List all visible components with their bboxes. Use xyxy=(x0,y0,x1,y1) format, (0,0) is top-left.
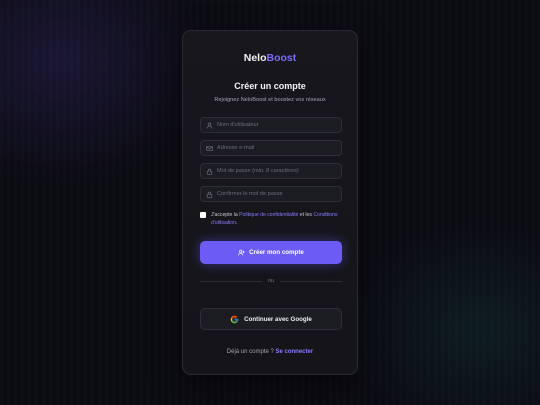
create-account-label: Créer mon compte xyxy=(249,249,304,256)
lock-icon xyxy=(201,191,217,198)
lock-icon xyxy=(201,168,217,175)
terms-checkbox[interactable] xyxy=(200,212,206,218)
login-link[interactable]: Se connecter xyxy=(276,349,314,355)
confirm-password-field xyxy=(200,186,342,202)
create-account-button[interactable]: Créer mon compte xyxy=(200,241,342,264)
google-icon xyxy=(230,315,239,324)
password-input[interactable] xyxy=(217,168,341,174)
username-field xyxy=(200,117,342,133)
brand-logo: NeloBoost xyxy=(183,52,357,64)
signup-card: NeloBoost Créer un compte Rejoignez Nelo… xyxy=(182,30,358,375)
email-input[interactable] xyxy=(217,145,341,151)
email-field xyxy=(200,140,342,156)
divider-label: ou xyxy=(267,278,275,284)
page-subtitle: Rejoignez NeloBoost et boostez vos résea… xyxy=(214,97,326,103)
google-signin-label: Continuer avec Google xyxy=(244,315,312,323)
or-divider: ou xyxy=(200,278,343,284)
page-title: Créer un compte xyxy=(234,81,306,91)
google-signin-button[interactable]: Continuer avec Google xyxy=(200,308,342,330)
terms-middle: et les xyxy=(298,212,314,218)
username-input[interactable] xyxy=(217,122,341,128)
brand-name-part1: Nelo xyxy=(243,52,267,64)
terms-prefix: J'accepte la xyxy=(211,212,240,218)
terms-suffix: . xyxy=(236,220,238,226)
mail-icon xyxy=(201,145,217,152)
privacy-policy-link[interactable]: Politique de confidentialité xyxy=(239,212,298,218)
terms-text: J'accepte la Politique de confidentialit… xyxy=(211,211,345,227)
terms-row: J'accepte la Politique de confidentialit… xyxy=(200,211,345,227)
login-prompt: Déjà un compte ? Se connecter xyxy=(183,349,357,355)
login-prompt-text: Déjà un compte ? xyxy=(226,349,276,355)
divider-line-right xyxy=(280,280,343,282)
divider-line-left xyxy=(200,280,262,282)
confirm-password-input[interactable] xyxy=(217,191,341,197)
user-icon xyxy=(201,122,217,129)
password-field xyxy=(200,163,342,179)
brand-name-part2: Boost xyxy=(266,52,297,64)
user-plus-icon xyxy=(238,249,245,256)
